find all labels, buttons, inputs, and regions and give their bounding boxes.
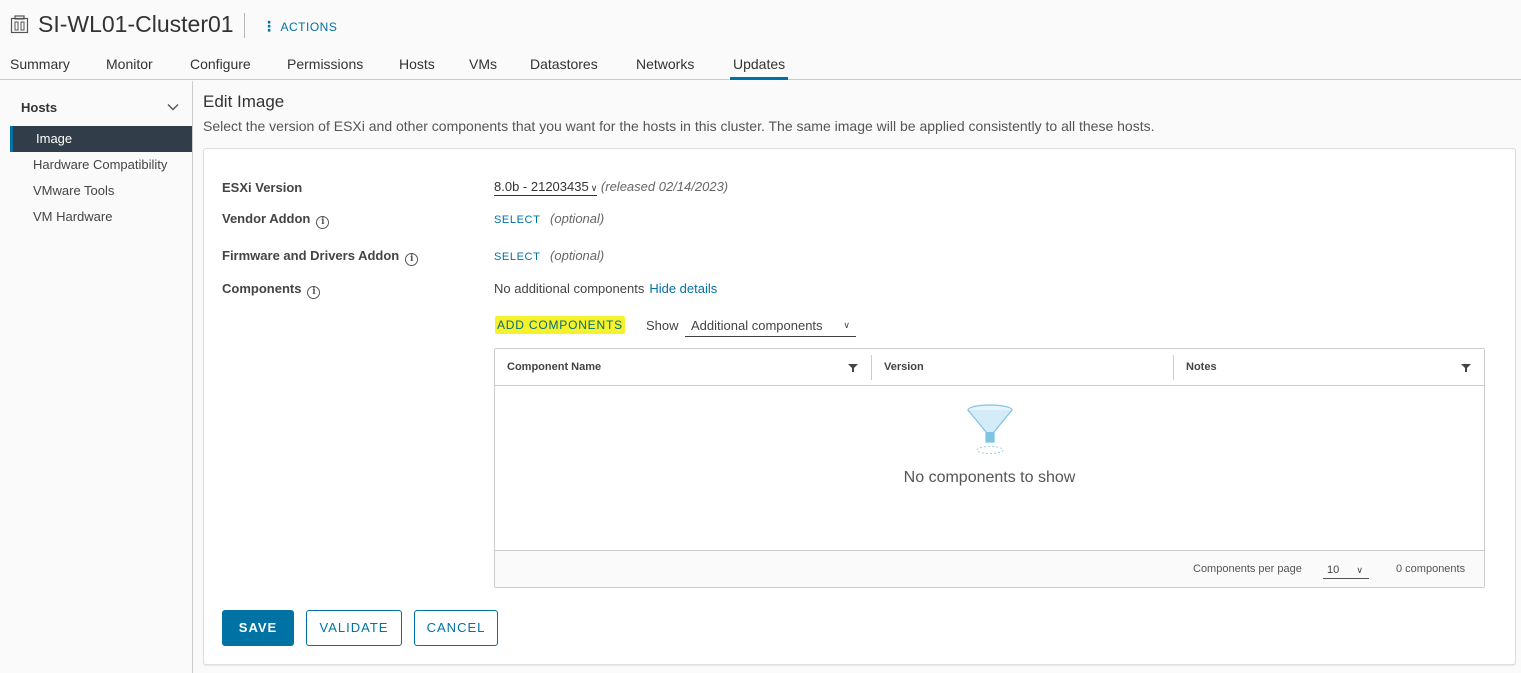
show-filter-dropdown[interactable]: Additional components ∨ [685, 316, 856, 337]
column-header-version[interactable]: Version [884, 349, 924, 386]
show-filter-value: Additional components [691, 318, 823, 333]
column-header-component-name[interactable]: Component Name [507, 349, 601, 386]
add-components-button[interactable]: ADD COMPONENTS [495, 316, 625, 334]
page-size-value: 10 [1327, 564, 1340, 576]
grid-header: Component Name Version Notes [495, 349, 1484, 386]
filter-icon[interactable] [1461, 363, 1471, 373]
vendor-addon-value: SELECT (optional) [494, 211, 604, 226]
tab-vms[interactable]: VMs [469, 56, 497, 80]
components-summary: No additional components [494, 281, 645, 296]
column-divider[interactable] [871, 355, 872, 380]
esxi-release-date: (released 02/14/2023) [600, 179, 729, 194]
save-button[interactable]: SAVE [222, 610, 294, 646]
sidebar-group-hosts[interactable]: Hosts [21, 100, 57, 115]
info-icon[interactable]: i [405, 253, 419, 266]
section-description: Select the version of ESXi and other com… [203, 118, 1155, 134]
page-size-dropdown[interactable]: 10 ∨ [1323, 559, 1369, 579]
section-title: Edit Image [203, 92, 285, 111]
filter-icon[interactable] [848, 363, 858, 373]
component-count: 0 components [1396, 563, 1466, 575]
show-label: Show [646, 318, 679, 333]
column-divider[interactable] [1173, 355, 1174, 380]
firmware-addon-label-text: Firmware and Drivers Addon [222, 248, 400, 263]
firmware-addon-label: Firmware and Drivers Addon i [222, 248, 419, 266]
empty-filter-icon [967, 404, 1013, 454]
firmware-addon-select-link[interactable]: SELECT [494, 251, 540, 263]
sidebar-item-vmware-tools[interactable]: VMware Tools [10, 178, 192, 204]
components-grid: Component Name Version Notes No componen… [494, 348, 1485, 588]
tab-bar: Summary Monitor Configure Permissions Ho… [0, 50, 1521, 80]
info-icon[interactable]: i [316, 216, 330, 229]
chevron-down-icon: ∨ [590, 183, 598, 193]
vendor-addon-select-link[interactable]: SELECT [494, 214, 540, 226]
vendor-addon-label: Vendor Addon i [222, 211, 330, 229]
esxi-version-dropdown[interactable]: 8.0b - 21203435 ∨ [494, 179, 598, 196]
validate-button[interactable]: VALIDATE [306, 610, 402, 646]
page-title: SI-WL01-Cluster01 [38, 11, 234, 37]
components-value: No additional components Hide details [494, 281, 717, 296]
page-size-label: Components per page [1193, 563, 1302, 575]
esxi-version-selected: 8.0b - 21203435 [494, 179, 589, 194]
sidebar: Hosts Image Hardware Compatibility VMwar… [0, 81, 193, 673]
tab-datastores[interactable]: Datastores [530, 56, 598, 80]
tab-updates[interactable]: Updates [730, 56, 789, 80]
header-divider [244, 13, 245, 38]
cancel-button[interactable]: CANCEL [414, 610, 498, 646]
kebab-icon: ⋮ [262, 18, 277, 34]
tab-monitor[interactable]: Monitor [106, 56, 153, 80]
grid-footer: Components per page 10 ∨ 0 components [495, 550, 1484, 587]
empty-state-message: No components to show [903, 469, 1076, 486]
chevron-down-icon: ∨ [1356, 565, 1363, 575]
firmware-addon-value: SELECT (optional) [494, 248, 604, 263]
page-header: SI-WL01-Cluster01 ⋮ ACTIONS [0, 0, 1521, 50]
chevron-down-icon: ∨ [843, 320, 850, 330]
esxi-version-label: ESXi Version [222, 180, 303, 195]
column-header-notes[interactable]: Notes [1186, 349, 1217, 386]
sidebar-item-hardware-compatibility[interactable]: Hardware Compatibility [10, 152, 192, 178]
actions-menu-button[interactable]: ⋮ ACTIONS [262, 18, 337, 35]
info-icon[interactable]: i [307, 286, 321, 299]
tab-hosts[interactable]: Hosts [399, 56, 435, 80]
hide-details-link[interactable]: Hide details [649, 281, 717, 296]
vendor-addon-optional: (optional) [550, 211, 605, 226]
firmware-addon-optional: (optional) [550, 248, 605, 263]
vendor-addon-label-text: Vendor Addon [222, 211, 311, 226]
sidebar-item-vm-hardware[interactable]: VM Hardware [10, 204, 192, 230]
sidebar-item-image[interactable]: Image [10, 126, 192, 152]
components-label: Components i [222, 281, 321, 299]
cluster-icon [10, 15, 29, 34]
esxi-version-value: 8.0b - 21203435 ∨ (released 02/14/2023) [494, 179, 728, 196]
tab-permissions[interactable]: Permissions [287, 56, 363, 80]
tab-networks[interactable]: Networks [636, 56, 694, 80]
tab-configure[interactable]: Configure [190, 56, 251, 80]
actions-label: ACTIONS [280, 20, 338, 34]
tab-summary[interactable]: Summary [10, 56, 70, 80]
components-label-text: Components [222, 281, 302, 296]
chevron-down-icon[interactable] [167, 101, 179, 113]
